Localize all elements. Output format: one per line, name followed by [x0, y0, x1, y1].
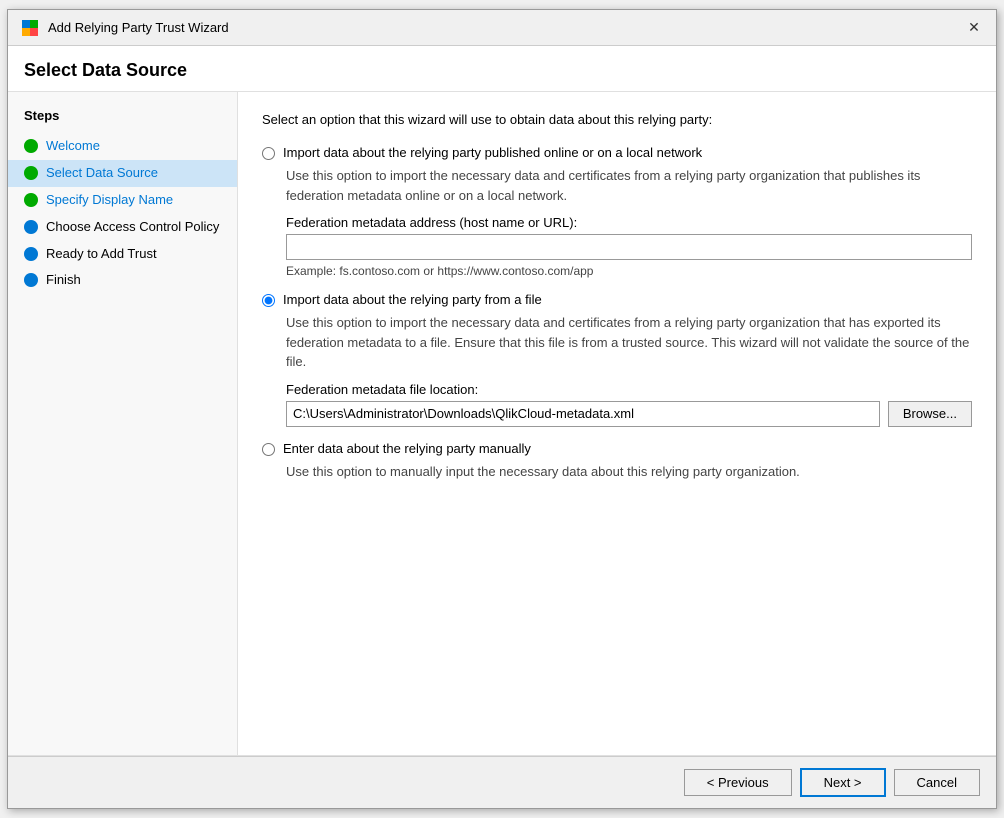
- instruction-text: Select an option that this wizard will u…: [262, 112, 972, 127]
- step-dot-specify: [24, 193, 38, 207]
- sidebar-item-specify-display-name[interactable]: Specify Display Name: [8, 187, 237, 214]
- option-file-radio[interactable]: [262, 294, 275, 307]
- close-button[interactable]: ✕: [964, 18, 984, 38]
- step-dot-select: [24, 166, 38, 180]
- file-input-row: Browse...: [286, 401, 972, 427]
- federation-address-group: Federation metadata address (host name o…: [286, 215, 972, 278]
- sidebar-item-label-ready: Ready to Add Trust: [46, 246, 157, 263]
- option-online-radio[interactable]: [262, 147, 275, 160]
- title-bar-text: Add Relying Party Trust Wizard: [48, 20, 229, 35]
- content-area: Steps Welcome Select Data Source Specify…: [8, 92, 996, 755]
- federation-address-input[interactable]: [286, 234, 972, 260]
- page-header: Select Data Source: [8, 46, 996, 92]
- step-dot-access: [24, 220, 38, 234]
- sidebar-item-choose-access-control[interactable]: Choose Access Control Policy: [8, 214, 237, 241]
- option-online-row: Import data about the relying party publ…: [262, 145, 972, 160]
- sidebar-item-label-specify: Specify Display Name: [46, 192, 173, 209]
- sidebar-item-label-welcome: Welcome: [46, 138, 100, 155]
- federation-address-label: Federation metadata address (host name o…: [286, 215, 972, 230]
- sidebar-steps-label: Steps: [8, 108, 237, 133]
- browse-button[interactable]: Browse...: [888, 401, 972, 427]
- sidebar-item-label-finish: Finish: [46, 272, 81, 289]
- step-dot-ready: [24, 247, 38, 261]
- option-online-description: Use this option to import the necessary …: [286, 166, 972, 205]
- dialog: Add Relying Party Trust Wizard ✕ Select …: [7, 9, 997, 809]
- sidebar-item-label-select: Select Data Source: [46, 165, 158, 182]
- option-online-label[interactable]: Import data about the relying party publ…: [283, 145, 702, 160]
- next-button[interactable]: Next >: [800, 768, 886, 797]
- federation-file-label: Federation metadata file location:: [286, 382, 972, 397]
- sidebar-item-label-access: Choose Access Control Policy: [46, 219, 219, 236]
- footer: < Previous Next > Cancel: [8, 756, 996, 808]
- previous-button[interactable]: < Previous: [684, 769, 792, 796]
- option-file-description: Use this option to import the necessary …: [286, 313, 972, 372]
- option-manual-label[interactable]: Enter data about the relying party manua…: [283, 441, 531, 456]
- title-bar: Add Relying Party Trust Wizard ✕: [8, 10, 996, 46]
- federation-address-example: Example: fs.contoso.com or https://www.c…: [286, 264, 972, 278]
- sidebar-item-select-data-source[interactable]: Select Data Source: [8, 160, 237, 187]
- wizard-icon: [20, 18, 40, 38]
- option-manual-row: Enter data about the relying party manua…: [262, 441, 972, 456]
- sidebar-item-welcome[interactable]: Welcome: [8, 133, 237, 160]
- option-file-label[interactable]: Import data about the relying party from…: [283, 292, 542, 307]
- cancel-button[interactable]: Cancel: [894, 769, 980, 796]
- federation-file-group: Federation metadata file location: Brows…: [286, 382, 972, 427]
- step-dot-welcome: [24, 139, 38, 153]
- option-file-row: Import data about the relying party from…: [262, 292, 972, 307]
- page-title: Select Data Source: [24, 60, 980, 81]
- federation-file-input[interactable]: [286, 401, 880, 427]
- step-dot-finish: [24, 273, 38, 287]
- main-panel: Select an option that this wizard will u…: [238, 92, 996, 755]
- option-manual-radio[interactable]: [262, 443, 275, 456]
- sidebar-item-ready-to-add[interactable]: Ready to Add Trust: [8, 241, 237, 268]
- sidebar: Steps Welcome Select Data Source Specify…: [8, 92, 238, 755]
- option-manual-description: Use this option to manually input the ne…: [286, 462, 972, 482]
- sidebar-item-finish[interactable]: Finish: [8, 267, 237, 294]
